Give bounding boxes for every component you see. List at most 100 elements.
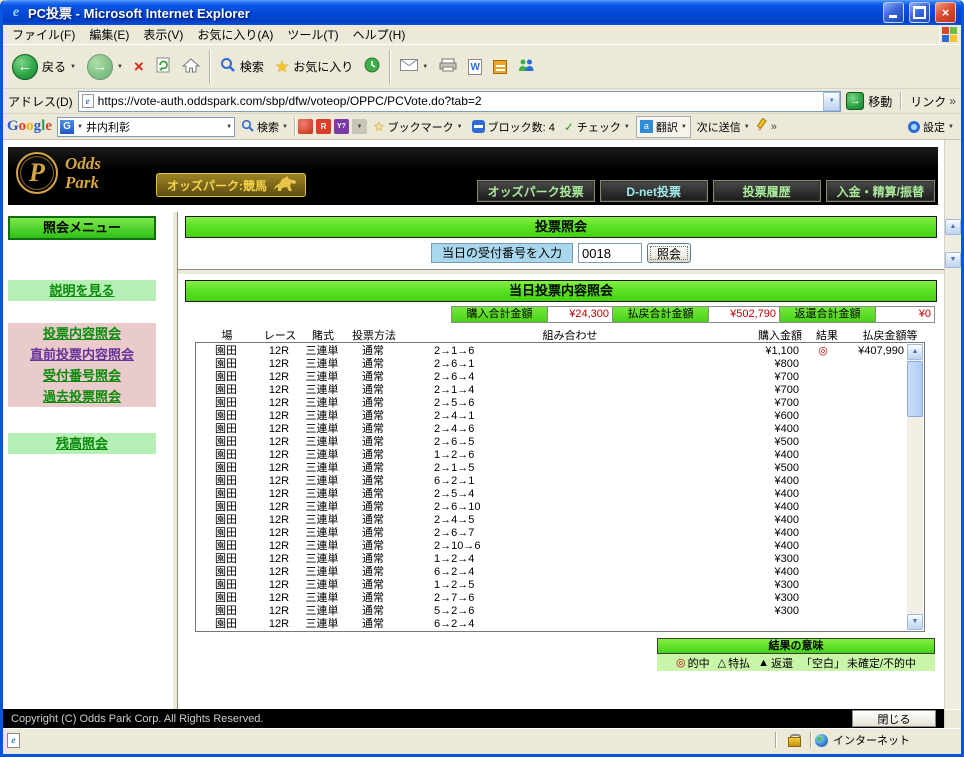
home-button[interactable]: [177, 55, 205, 79]
scroll-thumb[interactable]: [907, 361, 923, 417]
table-cell: 2→10→6: [434, 540, 481, 552]
oddspark-logo[interactable]: P Odds Park: [16, 152, 101, 194]
lock-icon: [787, 733, 801, 747]
plugin-icon-1[interactable]: [297, 119, 313, 134]
menu-item[interactable]: ファイル(F): [5, 24, 82, 45]
table-cell: 2→1→4: [434, 384, 475, 396]
plugin-icon-3[interactable]: Y?: [333, 119, 349, 134]
stop-button[interactable]: ×: [129, 56, 149, 78]
column-header: 払戻金額等: [862, 330, 918, 342]
go-button[interactable]: → 移動: [846, 92, 892, 110]
table-row: 園田 12R 三連単 通常 5→2→6 ¥300: [196, 605, 906, 618]
edit-button[interactable]: W: [463, 56, 487, 78]
legend-symbol: △: [717, 657, 727, 669]
sidebar-item[interactable]: 受付番号照会: [8, 365, 156, 386]
mail-button[interactable]: ▼: [395, 56, 433, 77]
table-cell: 園田: [215, 540, 237, 552]
forward-button[interactable]: → ▼: [82, 51, 128, 83]
table-cell: 12R: [268, 566, 290, 578]
close-window-button[interactable]: ×: [935, 2, 956, 23]
send-to-dropdown[interactable]: ▼: [744, 124, 750, 130]
scroll-up-button[interactable]: ▲: [907, 344, 923, 360]
sidebar-item[interactable]: 直前投票内容照会: [8, 344, 156, 365]
sidebar-item[interactable]: 投票内容照会: [8, 323, 156, 344]
sidebar-item[interactable]: 過去投票照会: [8, 386, 156, 407]
spellcheck-dropdown[interactable]: ▼: [624, 124, 630, 130]
plugin-icon-4[interactable]: ▼: [351, 119, 367, 134]
minimize-button[interactable]: [883, 2, 904, 23]
refresh-button[interactable]: [150, 54, 176, 79]
table-cell: 2→6→4: [434, 371, 475, 383]
table-cell: 12R: [268, 345, 290, 357]
maximize-button[interactable]: [909, 2, 930, 23]
table-cell: [799, 384, 847, 397]
sidebar-item[interactable]: 残高照会: [8, 433, 156, 454]
settings-dropdown[interactable]: ▼: [948, 124, 954, 130]
table-cell: 園田: [215, 579, 237, 591]
discussion-button[interactable]: [488, 57, 512, 77]
google-search-mode-dropdown[interactable]: ▼: [77, 124, 83, 130]
bookmarks-dropdown[interactable]: ▼: [457, 124, 463, 130]
address-dropdown[interactable]: ▼: [823, 91, 841, 111]
table-cell: 通常: [362, 475, 384, 487]
banner-nav-button[interactable]: 投票履歴: [712, 180, 821, 202]
brand-name-bottom: Park: [65, 173, 99, 192]
back-button[interactable]: ← 戻る ▼: [7, 51, 81, 83]
banner-nav-button[interactable]: オッズパーク投票: [476, 180, 595, 202]
menu-item[interactable]: ツール(T): [280, 24, 345, 45]
legend-label: 的中: [687, 657, 710, 670]
legend-item: △ 特払: [718, 655, 750, 671]
google-bookmarks-button[interactable]: ☆ ブックマーク ▼: [370, 117, 466, 137]
google-overflow-chevron[interactable]: »: [771, 121, 777, 133]
home-icon: [181, 57, 201, 76]
messenger-button[interactable]: [513, 55, 539, 78]
column-header: 結果: [816, 330, 838, 342]
spellcheck-button[interactable]: ✓ チェック ▼: [561, 117, 633, 137]
menu-item[interactable]: 表示(V): [136, 24, 190, 45]
favorites-button[interactable]: ★ お気に入り: [270, 54, 358, 80]
print-button[interactable]: [434, 55, 462, 78]
frame-scroll-up-button[interactable]: ▲: [945, 219, 961, 235]
send-to-button[interactable]: 次に送信 ▼: [694, 117, 753, 137]
popup-blocker-button[interactable]: ブロック数: 4: [469, 117, 558, 137]
sidebar-item[interactable]: 説明を見る: [8, 280, 156, 301]
translate-dropdown[interactable]: ▼: [681, 124, 687, 130]
frame-scroll-down-button[interactable]: ▼: [945, 252, 961, 268]
close-page-button[interactable]: 閉じる: [852, 710, 936, 727]
legend-item: 「空白」 未確定/不的中: [801, 655, 916, 671]
history-button[interactable]: [359, 54, 385, 79]
translate-button[interactable]: a 翻訳 ▼: [635, 115, 691, 138]
menu-item[interactable]: 編集(E): [82, 24, 136, 45]
frame-scrollbar[interactable]: ▲ ▼: [944, 140, 961, 728]
table-cell: 三連単: [305, 540, 339, 552]
banner-nav-button[interactable]: D-net投票: [599, 180, 708, 202]
mail-dropdown[interactable]: ▼: [422, 64, 428, 70]
banner-nav-button[interactable]: 入金・精算/振替: [825, 180, 935, 202]
plugin-icon-2[interactable]: R: [315, 119, 331, 134]
print-icon: [439, 58, 457, 75]
back-history-dropdown[interactable]: ▼: [70, 64, 76, 70]
google-search-history-dropdown[interactable]: ▼: [226, 124, 232, 130]
scroll-down-button[interactable]: ▼: [907, 614, 923, 630]
table-row: 園田 12R 三連単 通常 2→6→4 ¥700: [196, 371, 906, 384]
menu-item[interactable]: お気に入り(A): [190, 24, 280, 45]
title-bar[interactable]: e PC投票 - Microsoft Internet Explorer ×: [3, 0, 961, 25]
table-scrollbar[interactable]: ▲ ▼: [907, 344, 923, 630]
menu-item[interactable]: ヘルプ(H): [346, 24, 413, 45]
address-input[interactable]: e https://vote-auth.oddspark.com/sbp/dfw…: [77, 90, 842, 112]
magnifier-icon: [241, 119, 254, 135]
frameset: 照会メニュー 説明を見る 投票内容照会 直前投票内容照会 受付番号照会 過去投票照会 残高…: [3, 212, 944, 709]
windows-logo-icon: [939, 25, 959, 44]
google-search-box[interactable]: G ▼ 井内利彰 ▼: [57, 116, 236, 137]
highlighter-icon[interactable]: [756, 117, 768, 135]
google-search-dropdown[interactable]: ▼: [282, 124, 288, 130]
links-label[interactable]: リンク »: [910, 93, 956, 110]
table-cell: 園田: [215, 605, 237, 617]
search-button[interactable]: 検索: [215, 54, 269, 79]
forward-history-dropdown[interactable]: ▼: [117, 64, 123, 70]
google-settings-button[interactable]: 設定 ▼: [905, 117, 957, 137]
receipt-number-input[interactable]: [578, 243, 642, 263]
table-cell: [847, 449, 904, 462]
google-search-button[interactable]: 検索 ▼: [238, 117, 291, 137]
inquiry-submit-button[interactable]: 照会: [647, 243, 692, 263]
